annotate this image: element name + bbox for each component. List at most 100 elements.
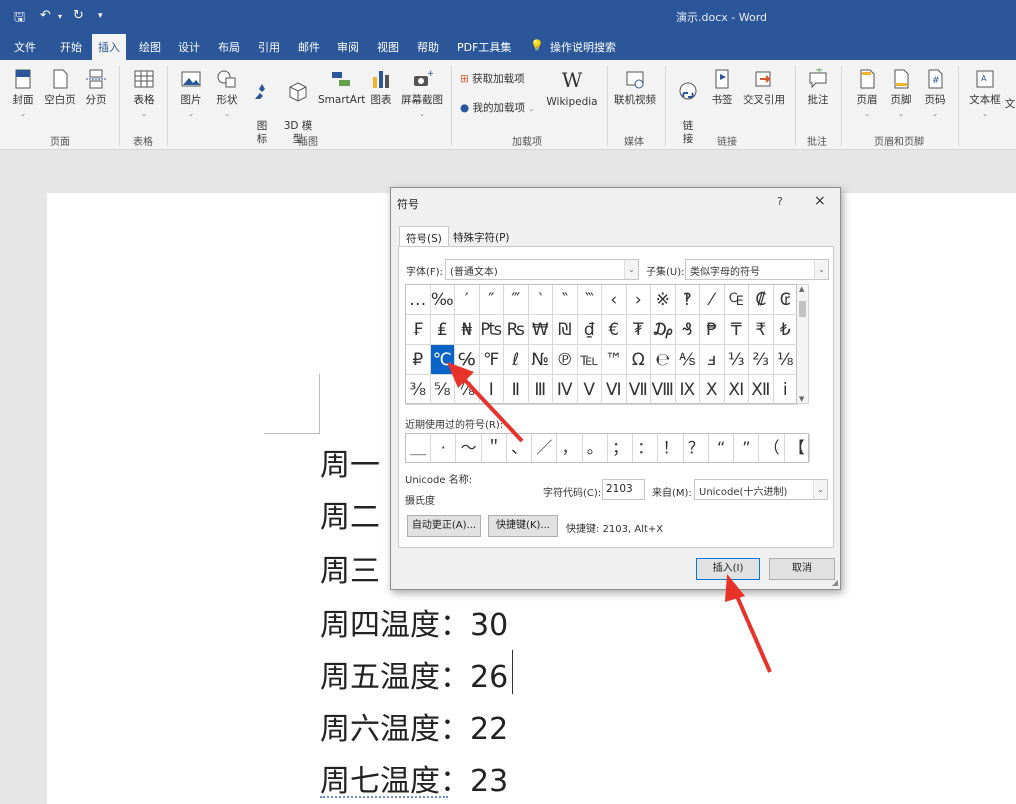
doc-line-wed[interactable]: 周三 [320,546,380,590]
cross-reference-button[interactable]: 交叉引用 [740,68,788,107]
scroll-up-icon[interactable]: ▲ [799,285,804,293]
subset-combobox[interactable]: 类似字母的符号 ⌄ [685,259,829,280]
recent-symbol-cell[interactable]: ” [734,434,760,462]
symbol-cell[interactable]: ℅ [455,345,480,375]
symbol-cell[interactable]: ₣ [406,315,431,345]
smartart-button[interactable]: SmartArt [318,68,365,107]
shortcut-key-button[interactable]: 快捷键(K)... [488,515,558,537]
resize-grip-icon[interactable]: ◢ [832,578,838,587]
symbol-cell[interactable]: ₯ [651,315,676,345]
symbol-cell[interactable]: Ⅱ [504,375,529,405]
doc-line-sat[interactable]: 周六温度：22 [320,704,508,748]
cancel-button[interactable]: 取消 [769,558,835,580]
scroll-thumb[interactable] [799,301,806,317]
symbol-cell[interactable]: Ⅳ [553,375,578,405]
symbol-cell[interactable]: Ⅸ [675,375,700,405]
comment-button[interactable]: + 批注 [803,68,833,107]
tab-file[interactable]: 文件 [14,39,36,55]
symbol-cell[interactable]: Ⅹ [700,375,725,405]
symbol-cell[interactable]: ₤ [430,315,455,345]
symbol-cell[interactable]: ⅰ [773,375,798,405]
symbol-cell[interactable]: ℗ [553,345,578,375]
bookmark-button[interactable]: 书签 [708,68,736,107]
char-code-input[interactable]: 2103 [602,479,645,500]
symbol-cell[interactable]: ‴ [504,285,529,315]
chevron-down-icon[interactable]: ⌄ [813,480,827,499]
symbol-cell[interactable]: Ⅺ [724,375,749,405]
close-button[interactable]: × [814,193,826,209]
symbol-cell[interactable]: ₽ [406,345,431,375]
font-combobox[interactable]: (普通文本) ⌄ [445,259,639,280]
autocorrect-button[interactable]: 自动更正(A)... [407,515,481,537]
symbol-cell[interactable]: … [406,285,431,315]
symbol-cell[interactable]: ℮ [651,345,676,375]
tab-home[interactable]: 开始 [60,39,82,55]
save-icon[interactable]: 🖫 [14,8,25,30]
undo-icon[interactable]: ↶ [40,8,51,23]
symbol-cell[interactable]: ‽ [675,285,700,315]
symbol-cell[interactable]: ℉ [479,345,504,375]
symbol-grid-scrollbar[interactable]: ▲ ▼ [797,284,809,404]
recent-symbol-cell[interactable]: 、 [507,434,533,462]
chevron-down-icon[interactable]: ⌄ [624,260,638,279]
symbol-cell[interactable]: Ⅶ [626,375,651,405]
recent-symbol-cell[interactable]: ＿ [406,434,432,462]
symbol-cell[interactable]: ₩ [528,315,553,345]
tab-help[interactable]: 帮助 [417,39,439,55]
help-button[interactable]: ? [777,195,783,208]
tab-symbols[interactable]: 符号(S) [399,226,449,247]
symbol-cell[interactable]: Ⅻ [749,375,774,405]
symbol-cell[interactable]: ₰ [675,315,700,345]
get-addins-button[interactable]: ⊞ 获取加载项 [460,73,540,86]
tab-mailings[interactable]: 邮件 [298,39,320,55]
symbol-cell[interactable]: Ⅷ [651,375,676,405]
blank-page-button[interactable]: 空白页 [43,68,77,107]
recent-symbol-cell[interactable]: （ [760,434,785,462]
recent-symbol-cell[interactable]: “ [709,434,735,462]
recent-symbol-cell[interactable]: ！ [659,434,684,462]
symbol-cell[interactable]: ₧ [479,315,504,345]
symbol-cell[interactable]: ″ [479,285,504,315]
page-number-button[interactable]: # 页码 ⌄ [920,68,950,121]
recent-symbol-cell[interactable]: ， [558,434,583,462]
header-button[interactable]: 页眉 ⌄ [852,68,882,121]
customize-quick-access-icon[interactable]: ▾ [98,11,103,21]
symbol-cell[interactable]: ₡ [749,285,774,315]
symbol-cell[interactable]: ⅓ [724,345,749,375]
symbol-cell[interactable]: ‶ [553,285,578,315]
lightbulb-icon[interactable]: 💡 [530,39,544,52]
icons-button[interactable]: 图 标 [250,68,274,146]
doc-line-sun[interactable]: 周七温度：23 [320,756,508,800]
recent-symbol-cell[interactable]: 。 [583,434,608,462]
symbol-cell[interactable]: ₪ [553,315,578,345]
shapes-button[interactable]: 形状 ⌄ [212,68,242,121]
table-button[interactable]: 表格 ⌄ [129,68,159,121]
tab-view[interactable]: 视图 [377,39,399,55]
symbol-cell[interactable]: Ⅵ [602,375,627,405]
recent-symbol-cell[interactable]: ？ [684,434,709,462]
symbol-cell[interactable]: ⅛ [773,345,798,375]
symbol-cell[interactable]: ₢ [773,285,798,315]
symbol-cell[interactable]: ₦ [455,315,480,345]
link-button[interactable]: 链 接 [673,68,703,146]
symbol-cell[interactable]: Ⅴ [577,375,602,405]
symbol-cell[interactable]: ⁄ [700,285,725,315]
undo-dropdown-icon[interactable]: ▾ [58,12,62,21]
from-combobox[interactable]: Unicode(十六进制) ⌄ [694,479,828,500]
symbol-cell[interactable]: ‵ [528,285,553,315]
symbol-cell[interactable]: ₫ [577,315,602,345]
symbol-cell[interactable]: Ⅰ [479,375,504,405]
symbol-cell[interactable]: ‰ [430,285,455,315]
scroll-down-icon[interactable]: ▼ [799,395,804,403]
symbol-cell[interactable]: ⅎ [700,345,725,375]
doc-line-mon[interactable]: 周一 [320,440,380,484]
symbol-cell[interactable]: ₠ [724,285,749,315]
wikipedia-button[interactable]: W Wikipedia [546,68,598,109]
tab-review[interactable]: 审阅 [337,39,359,55]
doc-line-tue[interactable]: 周二 [320,492,380,536]
symbol-cell[interactable]: € [602,315,627,345]
online-video-button[interactable]: 联机视频 [612,68,658,107]
tab-pdf-tools[interactable]: PDF工具集 [457,39,511,55]
symbol-grid[interactable]: … ‰ ′ ″ ‴ ‵ ‶ ‷ ‹ › ※ ‽ ⁄ ₠ ₡ ₢ ₣ ₤ ₦ ₧ ₨ ₩ ₪ ₫ € ₮ ₯ ₰ ₱ ₸ ₹ ₺ ₽ ℃ ℅ ℉ ℓ № ℗ ℡… [405,284,798,405]
symbol-cell[interactable]: ™ [602,345,627,375]
